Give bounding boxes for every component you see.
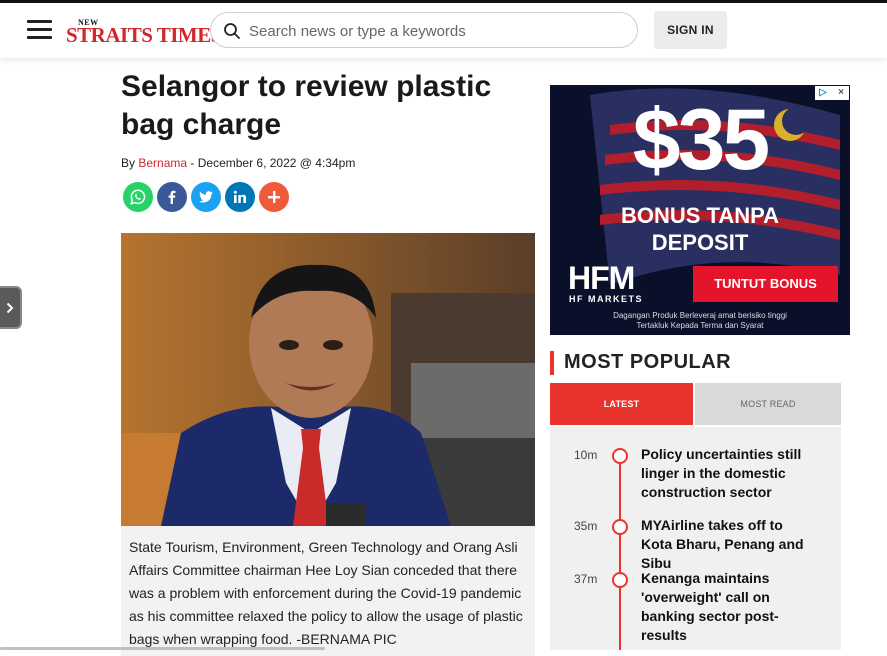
tab-latest[interactable]: LATEST <box>550 383 693 425</box>
most-popular-tabs: LATEST MOST READ <box>550 383 841 425</box>
item-time: 35m <box>574 519 598 533</box>
search-input[interactable] <box>249 19 619 43</box>
sign-in-button[interactable]: SIGN IN <box>654 11 727 49</box>
whatsapp-icon <box>130 189 146 205</box>
timeline-dot <box>612 572 628 588</box>
photo-illustration <box>121 233 535 526</box>
item-headline[interactable]: MYAirline takes off to Kota Bharu, Penan… <box>641 516 811 573</box>
search-icon[interactable] <box>223 22 241 40</box>
ad-brand-logo: HFM <box>568 260 635 296</box>
author-link[interactable]: Bernama <box>138 156 187 170</box>
logo-main-text: STRAITS TIMES <box>66 23 222 47</box>
ad-disclaimer-line1: Dagangan Produk Berleveraj amat berisiko… <box>613 311 787 320</box>
most-popular-title: MOST POPULAR <box>564 351 732 373</box>
menu-icon[interactable] <box>27 20 52 40</box>
ad-disclaimer: Dagangan Produk Berleveraj amat berisiko… <box>550 311 850 331</box>
ad-headline-line2: DEPOSIT <box>651 230 749 255</box>
timeline-dot <box>612 448 628 464</box>
item-time: 37m <box>574 572 598 586</box>
facebook-icon <box>168 190 176 204</box>
linkedin-share-button[interactable] <box>225 182 255 212</box>
latest-news-list: 10m Policy uncertainties still linger in… <box>550 427 841 650</box>
section-accent-bar <box>550 351 554 375</box>
side-panel-toggle[interactable] <box>0 286 22 329</box>
twitter-icon <box>199 191 213 203</box>
ad-amount: $35 <box>632 92 771 188</box>
item-headline[interactable]: Policy uncertainties still linger in the… <box>641 445 811 502</box>
whatsapp-share-button[interactable] <box>123 182 153 212</box>
byline-prefix: By <box>121 156 136 170</box>
advertisement-banner[interactable]: ▷ × $35 BONUS TANPA DEPOSIT HFM HF MARKE… <box>550 85 850 335</box>
item-time: 10m <box>574 448 598 462</box>
item-headline[interactable]: Kenanga maintains 'overweight' call on b… <box>641 569 811 645</box>
article-photo <box>121 233 535 526</box>
ad-headline-line1: BONUS TANPA <box>620 203 780 228</box>
chevron-right-icon <box>6 302 14 314</box>
ad-cta-button[interactable]: TUNTUT BONUS <box>693 266 838 302</box>
ad-brand-subtitle: HF MARKETS <box>569 294 643 304</box>
twitter-share-button[interactable] <box>191 182 221 212</box>
byline: By Bernama - December 6, 2022 @ 4:34pm <box>121 156 355 170</box>
linkedin-icon <box>233 190 246 203</box>
search-box[interactable] <box>210 12 638 48</box>
more-share-button[interactable] <box>259 182 289 212</box>
site-header: NEW STRAITS TIMES SIGN IN <box>0 3 887 58</box>
site-logo[interactable]: NEW STRAITS TIMES <box>66 18 222 47</box>
timeline-dot <box>612 519 628 535</box>
photo-caption: State Tourism, Environment, Green Techno… <box>121 526 535 656</box>
tab-most-read[interactable]: MOST READ <box>695 383 841 425</box>
article-title: Selangor to review plastic bag charge <box>121 70 492 141</box>
plus-icon <box>268 191 280 203</box>
timeline-line <box>619 455 621 650</box>
ad-disclaimer-line2: Tertakluk Kepada Terma dan Syarat <box>636 321 764 330</box>
facebook-share-button[interactable] <box>157 182 187 212</box>
publish-date: - December 6, 2022 @ 4:34pm <box>187 156 356 170</box>
